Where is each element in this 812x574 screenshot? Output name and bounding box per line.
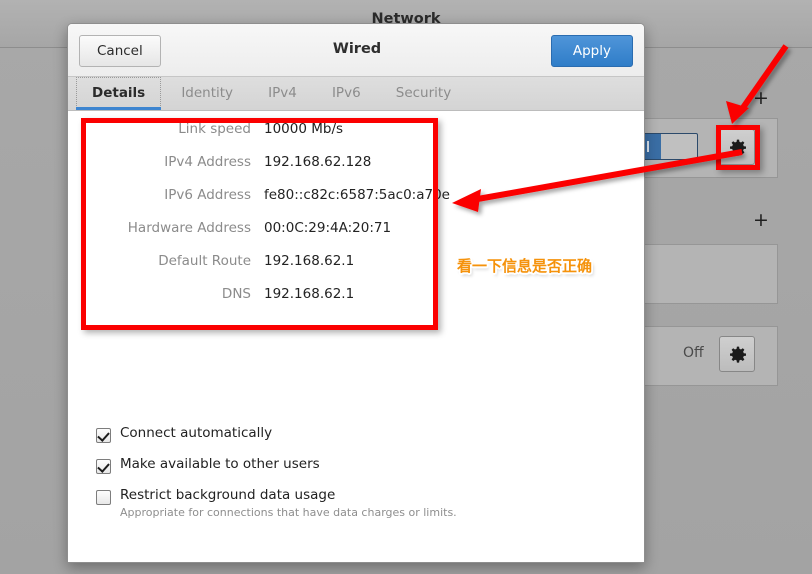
arrow-to-gear-button bbox=[726, 44, 789, 124]
tab-ipv6[interactable]: IPv6 bbox=[317, 78, 376, 111]
tab-details[interactable]: Details bbox=[76, 77, 162, 110]
option-text: Make available to other users bbox=[120, 456, 320, 473]
connection-options: Connect automatically Make available to … bbox=[96, 425, 556, 533]
wired-settings-dialog: Cancel Wired Apply Details Identity IPv4… bbox=[67, 23, 645, 563]
tab-security[interactable]: Security bbox=[381, 78, 466, 111]
option-text: Restrict background data usage Appropria… bbox=[120, 487, 457, 519]
detail-row-ipv6-address: IPv6 Address fe80::c82c:6587:5ac0:a70e bbox=[88, 187, 508, 213]
checkbox-connect-automatically[interactable] bbox=[96, 428, 111, 443]
add-connection-icon[interactable]: + bbox=[753, 89, 769, 108]
screen: Network + + Off Cancel Wired Apply Detai… bbox=[0, 0, 812, 574]
detail-row-hardware-address: Hardware Address 00:0C:29:4A:20:71 bbox=[88, 220, 508, 246]
vpn-settings-gear-button[interactable] bbox=[719, 336, 755, 372]
checkbox-restrict-background-data-usage[interactable] bbox=[96, 490, 111, 505]
option-label: Connect automatically bbox=[120, 425, 273, 441]
detail-label: Link speed bbox=[178, 121, 251, 137]
detail-label: Default Route bbox=[158, 253, 251, 269]
detail-row-ipv4-address: IPv4 Address 192.168.62.128 bbox=[88, 154, 508, 180]
option-connect-automatically[interactable]: Connect automatically bbox=[96, 425, 556, 443]
option-sublabel: Appropriate for connections that have da… bbox=[120, 505, 457, 519]
detail-label: DNS bbox=[221, 286, 251, 302]
option-restrict-background-data-usage[interactable]: Restrict background data usage Appropria… bbox=[96, 487, 556, 519]
option-make-available-to-other-users[interactable]: Make available to other users bbox=[96, 456, 556, 474]
detail-label: Hardware Address bbox=[127, 220, 251, 236]
detail-value: 192.168.62.1 bbox=[264, 253, 355, 269]
wired-toggle[interactable] bbox=[636, 133, 698, 160]
tab-ipv4[interactable]: IPv4 bbox=[253, 78, 312, 111]
detail-row-dns: DNS 192.168.62.1 bbox=[88, 286, 508, 312]
detail-value: fe80::c82c:6587:5ac0:a70e bbox=[264, 187, 450, 203]
dialog-titlebar: Cancel Wired Apply bbox=[68, 24, 644, 77]
apply-button[interactable]: Apply bbox=[550, 35, 633, 67]
dialog-tabbar: Details Identity IPv4 IPv6 Security bbox=[68, 77, 644, 111]
detail-row-link-speed: Link speed 10000 Mb/s bbox=[88, 121, 508, 147]
dialog-body: Link speed 10000 Mb/s IPv4 Address 192.1… bbox=[68, 111, 644, 562]
checkbox-make-available-to-other-users[interactable] bbox=[96, 459, 111, 474]
detail-value: 10000 Mb/s bbox=[264, 121, 344, 137]
connection-details-list: Link speed 10000 Mb/s IPv4 Address 192.1… bbox=[88, 121, 508, 319]
vpn-off-label: Off bbox=[683, 345, 704, 361]
option-label: Restrict background data usage bbox=[120, 487, 336, 503]
add-vpn-icon[interactable]: + bbox=[753, 211, 769, 230]
detail-value: 00:0C:29:4A:20:71 bbox=[264, 220, 392, 236]
option-label: Make available to other users bbox=[120, 456, 320, 472]
detail-label: IPv6 Address bbox=[164, 187, 251, 203]
detail-label: IPv4 Address bbox=[164, 154, 251, 170]
option-text: Connect automatically bbox=[120, 425, 273, 442]
detail-value: 192.168.62.1 bbox=[264, 286, 355, 302]
detail-row-default-route: Default Route 192.168.62.1 bbox=[88, 253, 508, 279]
detail-value: 192.168.62.128 bbox=[264, 154, 372, 170]
tab-identity[interactable]: Identity bbox=[166, 78, 248, 111]
wired-settings-gear-button[interactable] bbox=[719, 129, 755, 165]
